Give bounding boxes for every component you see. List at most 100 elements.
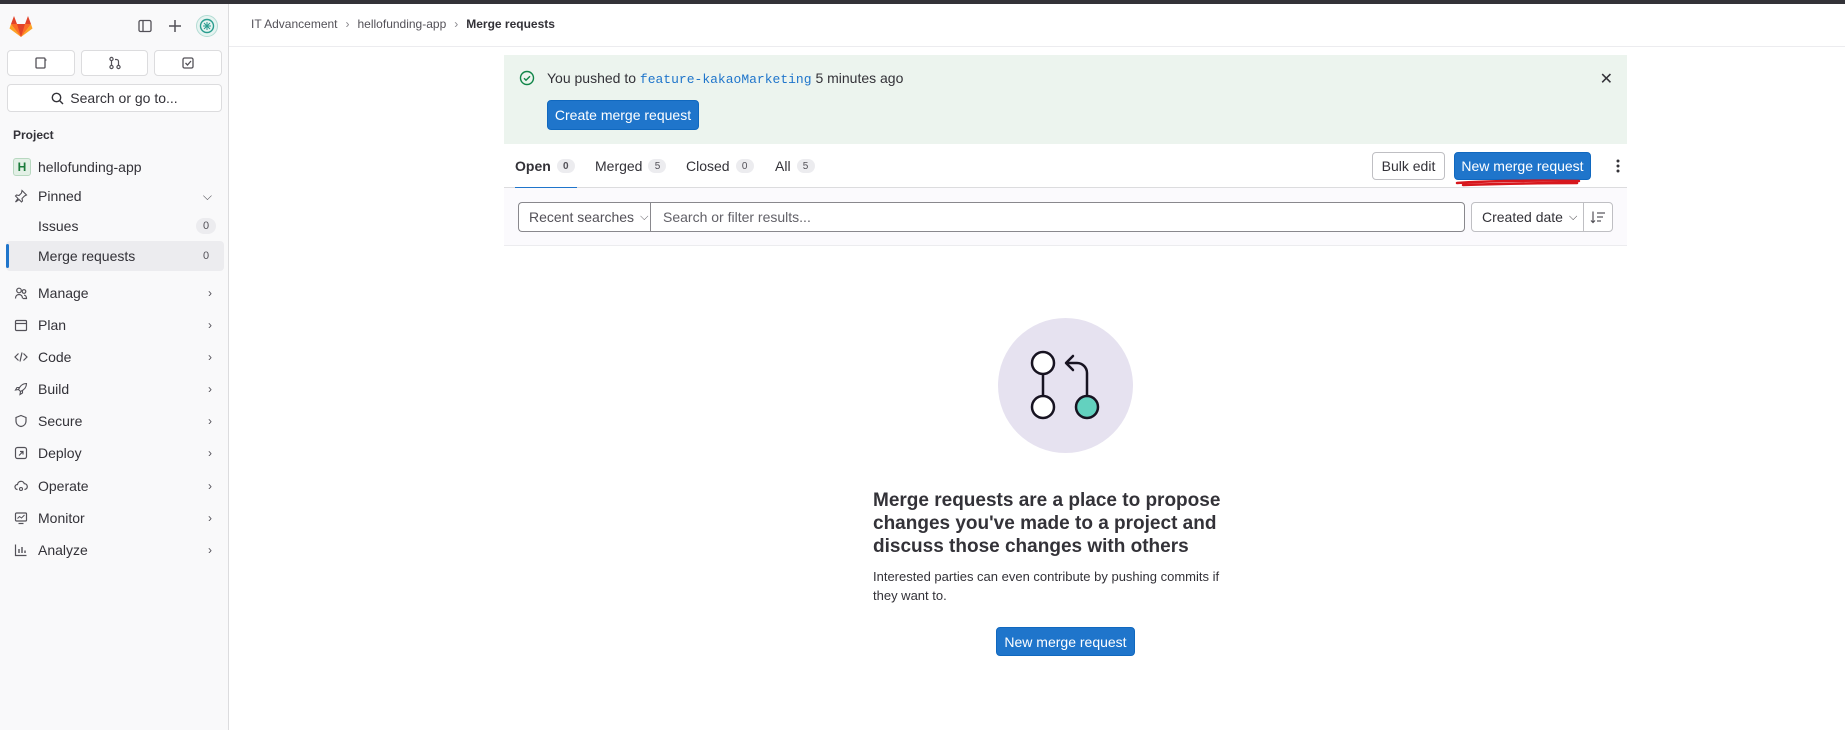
- count-badge: 0: [196, 218, 216, 234]
- empty-state-description: Interested parties can even contribute b…: [873, 569, 1220, 603]
- sidebar-item-label: Monitor: [38, 510, 85, 526]
- tab-count-badge: 0: [556, 159, 575, 173]
- chevron-down-icon: ⌵: [202, 188, 212, 203]
- chevron-right-icon: ›: [208, 318, 212, 332]
- red-annotation-underline: [1455, 179, 1581, 187]
- check-circle-icon: [519, 70, 535, 86]
- breadcrumb-group-link[interactable]: IT Advancement: [251, 17, 338, 31]
- push-alert: You pushed to feature-kakaoMarketing 5 m…: [504, 55, 1627, 144]
- tab-merged[interactable]: Merged 5: [595, 144, 667, 188]
- gitlab-logo-icon[interactable]: [8, 14, 34, 38]
- sort-dropdown[interactable]: Created date ⌵: [1471, 202, 1584, 232]
- tab-closed[interactable]: Closed 0: [686, 144, 754, 188]
- user-avatar[interactable]: [196, 15, 218, 37]
- monitor-icon: [13, 510, 29, 526]
- sidebar-item-plan[interactable]: Plan ›: [6, 310, 224, 340]
- deploy-icon: [13, 445, 29, 461]
- sidebar-item-label: Build: [38, 381, 70, 397]
- recent-searches-dropdown[interactable]: Recent searches ⌵: [518, 202, 650, 232]
- alert-message: You pushed to feature-kakaoMarketing 5 m…: [547, 70, 903, 87]
- chevron-down-icon: ⌵: [1568, 210, 1578, 223]
- breadcrumb-project-link[interactable]: hellofunding-app: [358, 17, 447, 31]
- tab-label: All: [775, 158, 791, 174]
- sidebar-item-monitor[interactable]: Monitor ›: [6, 503, 224, 533]
- sidebar-header: [0, 4, 229, 48]
- tab-count-badge: 0: [735, 159, 754, 173]
- sidebar-item-label: Deploy: [38, 445, 82, 461]
- bulk-edit-button[interactable]: Bulk edit: [1372, 152, 1445, 180]
- sidebar-item-build[interactable]: Build ›: [6, 374, 224, 404]
- sidebar-item-secure[interactable]: Secure ›: [6, 406, 224, 436]
- calendar-icon: [13, 317, 29, 333]
- sidebar-item-merge-requests[interactable]: Merge requests 0: [6, 241, 224, 271]
- shield-icon: [13, 413, 29, 429]
- empty-state-title: Merge requests are a place to propose ch…: [873, 490, 1221, 557]
- breadcrumb-separator: ›: [454, 17, 459, 31]
- close-icon[interactable]: ✕: [1600, 69, 1613, 89]
- sidebar-item-code[interactable]: Code ›: [6, 342, 224, 372]
- chevron-right-icon: ›: [208, 479, 212, 493]
- sidebar-item-label: Plan: [38, 317, 67, 333]
- sidebar-project-link[interactable]: H hellofunding-app: [6, 152, 224, 182]
- sidebar-item-label: Pinned: [38, 188, 82, 204]
- branch-link[interactable]: feature-kakaoMarketing: [640, 72, 812, 87]
- breadcrumb-separator: ›: [345, 17, 350, 31]
- sidebar-item-label: Code: [38, 349, 72, 365]
- rocket-icon: [13, 381, 29, 397]
- todo-shortcut-icon[interactable]: [154, 50, 223, 76]
- search-button-label: Search or go to...: [70, 90, 178, 106]
- plus-icon[interactable]: [165, 16, 185, 36]
- tab-label: Merged: [595, 158, 643, 174]
- search-icon: [51, 92, 64, 104]
- filter-search-input[interactable]: [650, 202, 1465, 232]
- sidebar-item-label: Analyze: [38, 542, 88, 558]
- tab-all[interactable]: All 5: [775, 144, 815, 188]
- header-divider: [229, 46, 1845, 47]
- sidebar-shortcuts: [7, 50, 223, 76]
- tab-count-badge: 5: [796, 159, 815, 173]
- sidebar-item-issues[interactable]: Issues 0: [6, 211, 224, 241]
- sort-label: Created date: [1482, 209, 1563, 225]
- breadcrumb-current[interactable]: Merge requests: [466, 17, 555, 31]
- empty-state-new-merge-request-button[interactable]: New merge request: [996, 627, 1135, 656]
- sidebar-item-pinned[interactable]: Pinned ⌵: [6, 181, 224, 211]
- sidebar: Search or go to... Project H hellofundin…: [0, 4, 229, 730]
- alert-time: 5 minutes ago: [815, 70, 904, 86]
- sidebar-item-label: Issues: [38, 218, 79, 234]
- sidebar-item-operate[interactable]: Operate ›: [6, 471, 224, 501]
- create-merge-request-button[interactable]: Create merge request: [547, 100, 699, 130]
- sidebar-item-label: Operate: [38, 478, 89, 494]
- cloud-gear-icon: [13, 478, 29, 494]
- toggle-sidebar-icon[interactable]: [135, 16, 155, 36]
- more-actions-icon[interactable]: [1610, 156, 1626, 176]
- tab-label: Open: [515, 158, 551, 174]
- filter-bar: Recent searches ⌵ Created date ⌵: [504, 188, 1627, 246]
- tab-label: Closed: [686, 158, 730, 174]
- search-button[interactable]: Search or go to...: [7, 84, 222, 112]
- merge-requests-shortcut-icon[interactable]: [80, 50, 149, 76]
- chevron-right-icon: ›: [208, 414, 212, 428]
- breadcrumb: IT Advancement › hellofunding-app › Merg…: [251, 17, 555, 31]
- top-border: [0, 0, 1845, 4]
- chevron-right-icon: ›: [208, 350, 212, 364]
- new-merge-request-button[interactable]: New merge request: [1454, 152, 1591, 180]
- users-icon: [13, 285, 29, 301]
- recent-searches-label: Recent searches: [529, 209, 635, 225]
- chart-icon: [13, 542, 29, 558]
- sidebar-item-manage[interactable]: Manage ›: [6, 278, 224, 308]
- chevron-right-icon: ›: [208, 511, 212, 525]
- issues-shortcut-icon[interactable]: [7, 50, 75, 76]
- tab-open[interactable]: Open 0: [515, 144, 577, 189]
- project-avatar: H: [13, 158, 31, 176]
- tab-count-badge: 5: [648, 159, 667, 173]
- chevron-right-icon: ›: [208, 382, 212, 396]
- sidebar-item-label: Secure: [38, 413, 83, 429]
- project-name: hellofunding-app: [38, 159, 142, 175]
- sidebar-item-analyze[interactable]: Analyze ›: [6, 535, 224, 565]
- chevron-right-icon: ›: [208, 543, 212, 557]
- sort-direction-icon[interactable]: [1583, 202, 1613, 232]
- alert-prefix: You pushed to: [547, 70, 637, 86]
- merge-request-illustration-icon: [998, 318, 1133, 453]
- chevron-down-icon: ⌵: [640, 210, 649, 223]
- sidebar-item-deploy[interactable]: Deploy ›: [6, 438, 224, 468]
